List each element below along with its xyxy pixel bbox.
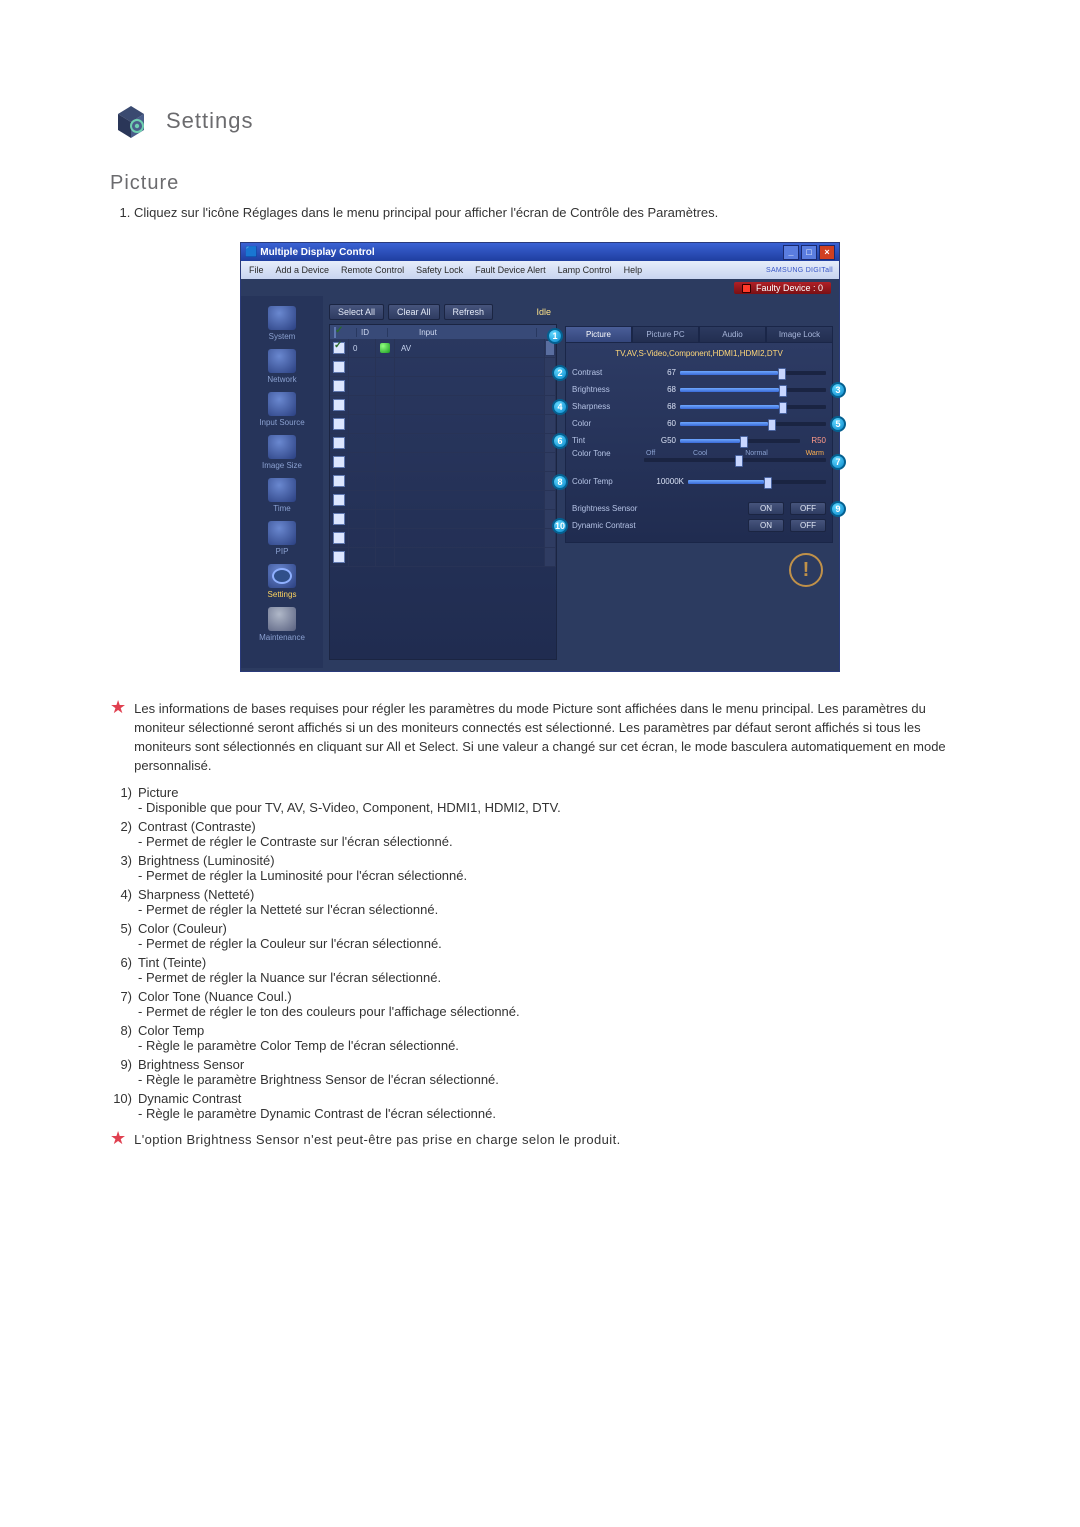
badge-5: 5 — [830, 416, 846, 432]
menu-fault[interactable]: Fault Device Alert — [475, 265, 546, 275]
close-icon[interactable]: × — [819, 245, 835, 260]
note-1: ★ Les informations de bases requises pou… — [110, 700, 970, 775]
badge-9: 9 — [830, 501, 846, 517]
menu-lamp[interactable]: Lamp Control — [558, 265, 612, 275]
sidebar-item-system[interactable]: System — [247, 304, 317, 345]
status-ok-icon — [380, 343, 390, 353]
parameter-list: 1)Picture- Disponible que pour TV, AV, S… — [110, 785, 970, 1121]
dcontrast-off-button[interactable]: OFF — [790, 519, 826, 532]
dcontrast-on-button[interactable]: ON — [748, 519, 784, 532]
menu-remote[interactable]: Remote Control — [341, 265, 404, 275]
colortemp-slider[interactable] — [688, 480, 826, 484]
window-title: Multiple Display Control — [260, 247, 374, 258]
screenshot-figure: 🟦 Multiple Display Control _ □ × File Ad… — [110, 242, 970, 672]
tab-audio[interactable]: Audio — [699, 326, 766, 343]
menu-help[interactable]: Help — [624, 265, 643, 275]
contrast-slider[interactable] — [680, 371, 826, 375]
star-icon: ★ — [110, 700, 126, 775]
sidebar-item-time[interactable]: Time — [247, 476, 317, 517]
device-grid: ID Input 0 AV — [329, 324, 557, 660]
col-id[interactable]: ID — [357, 328, 388, 337]
col-input[interactable]: Input — [415, 328, 537, 337]
warning-icon: ! — [789, 553, 823, 587]
star-icon: ★ — [110, 1131, 126, 1150]
page-header: Settings — [110, 100, 970, 142]
sidebar: System Network Input Source Image Size T… — [241, 296, 323, 668]
select-all-button[interactable]: Select All — [329, 304, 384, 320]
idle-label: Idle — [536, 307, 557, 317]
sidebar-item-settings[interactable]: Settings — [247, 562, 317, 603]
tint-slider[interactable] — [680, 439, 800, 443]
menu-safety[interactable]: Safety Lock — [416, 265, 463, 275]
badge-2: 2 — [552, 365, 568, 381]
sharpness-slider[interactable] — [680, 405, 826, 409]
tab-picture-pc[interactable]: Picture PC — [632, 326, 699, 343]
bsensor-off-button[interactable]: OFF — [790, 502, 826, 515]
menu-file[interactable]: File — [249, 265, 264, 275]
faulty-device-badge[interactable]: Faulty Device : 0 — [734, 282, 831, 294]
badge-4: 4 — [552, 399, 568, 415]
bsensor-on-button[interactable]: ON — [748, 502, 784, 515]
color-slider[interactable] — [680, 422, 826, 426]
sidebar-item-input-source[interactable]: Input Source — [247, 390, 317, 431]
intro-list: Cliquez sur l'icône Réglages dans le men… — [134, 205, 970, 220]
settings-title: Settings — [166, 108, 254, 134]
sidebar-item-maintenance[interactable]: Maintenance — [247, 605, 317, 646]
badge-6: 6 — [552, 433, 568, 449]
table-row[interactable]: 0 AV — [330, 339, 556, 358]
window-titlebar: 🟦 Multiple Display Control _ □ × — [241, 243, 839, 261]
badge-8: 8 — [552, 474, 568, 490]
section-title: Picture — [110, 172, 970, 195]
badge-7: 7 — [830, 454, 846, 470]
fault-dot-icon — [742, 284, 751, 293]
menu-bar: File Add a Device Remote Control Safety … — [241, 261, 839, 279]
settings-cube-icon — [110, 100, 152, 142]
badge-1: 1 — [547, 328, 563, 344]
source-line: TV,AV,S-Video,Component,HDMI1,HDMI2,DTV — [572, 347, 826, 364]
minimize-icon[interactable]: _ — [783, 245, 799, 260]
brand-label: SAMSUNG DIGITall — [766, 267, 833, 274]
sidebar-item-image-size[interactable]: Image Size — [247, 433, 317, 474]
badge-10: 10 — [552, 518, 568, 534]
maximize-icon[interactable]: □ — [801, 245, 817, 260]
sidebar-item-network[interactable]: Network — [247, 347, 317, 388]
row-checkbox[interactable] — [333, 342, 345, 354]
picture-panel: TV,AV,S-Video,Component,HDMI1,HDMI2,DTV … — [565, 343, 833, 543]
badge-3: 3 — [830, 382, 846, 398]
tab-image-lock[interactable]: Image Lock — [766, 326, 833, 343]
colortone-slider[interactable] — [644, 458, 826, 462]
intro-item: Cliquez sur l'icône Réglages dans le men… — [134, 205, 970, 220]
note-2: ★ L'option Brightness Sensor n'est peut-… — [110, 1131, 970, 1150]
brightness-slider[interactable] — [680, 388, 826, 392]
header-checkbox[interactable] — [334, 327, 336, 338]
menu-add-device[interactable]: Add a Device — [276, 265, 330, 275]
refresh-button[interactable]: Refresh — [444, 304, 494, 320]
tab-picture[interactable]: Picture — [565, 326, 632, 343]
mdc-window: 🟦 Multiple Display Control _ □ × File Ad… — [240, 242, 840, 672]
clear-all-button[interactable]: Clear All — [388, 304, 440, 320]
sidebar-item-pip[interactable]: PIP — [247, 519, 317, 560]
